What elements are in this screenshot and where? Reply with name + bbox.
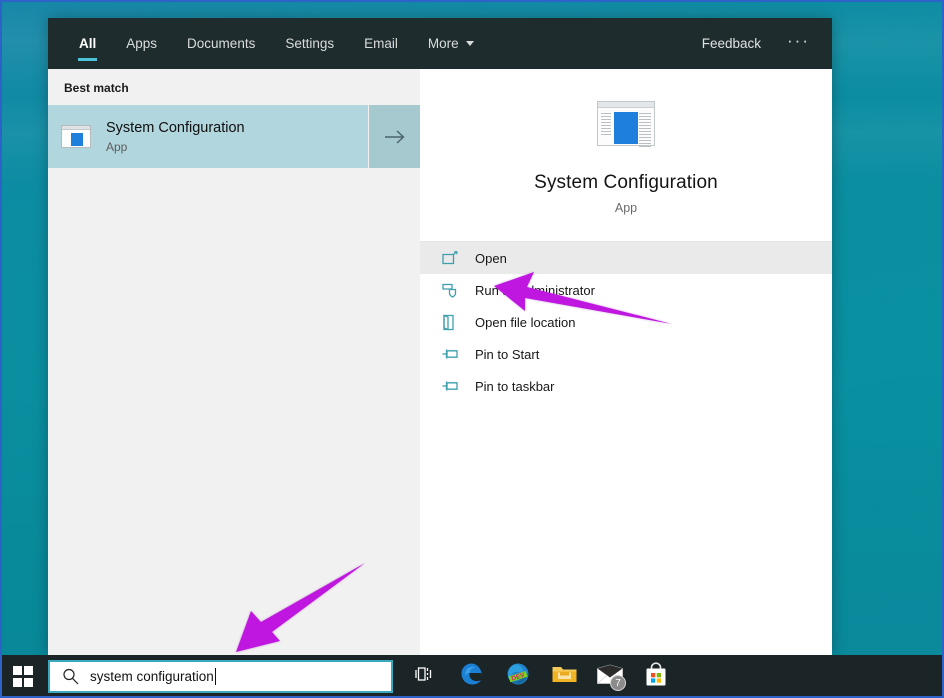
taskbar-icon-group: DEV 7	[403, 655, 679, 698]
preview-hero: System Configuration App	[420, 69, 832, 241]
action-open-label: Open	[475, 250, 507, 266]
pin-icon	[442, 376, 464, 396]
windows-search-panel: All Apps Documents Settings Email More F…	[48, 18, 832, 655]
tab-documents[interactable]: Documents	[172, 18, 270, 69]
microsoft-store-icon	[644, 661, 668, 692]
tab-documents-label: Documents	[187, 36, 256, 51]
action-pin-to-taskbar[interactable]: Pin to taskbar	[420, 370, 832, 402]
edge-browser-icon	[459, 661, 485, 692]
task-view-button[interactable]	[403, 655, 449, 698]
header-spacer	[489, 18, 688, 69]
more-options-icon[interactable]: ···	[775, 18, 822, 69]
best-match-title: System Configuration	[106, 120, 245, 137]
desktop-screen: All Apps Documents Settings Email More F…	[0, 0, 944, 698]
feedback-button[interactable]: Feedback	[688, 18, 775, 69]
app-action-list: Open Run as administrator Open file loca…	[420, 242, 832, 402]
feedback-label: Feedback	[701, 36, 762, 51]
action-pin-to-start-label: Pin to Start	[475, 346, 540, 362]
action-pin-to-start[interactable]: Pin to Start	[420, 338, 832, 370]
folder-location-icon	[442, 312, 464, 332]
tab-all-label: All	[79, 36, 97, 51]
tab-apps[interactable]: Apps	[111, 18, 172, 69]
search-query-text: system configuration	[90, 669, 214, 684]
mail-button[interactable]: 7	[587, 655, 633, 698]
tab-more[interactable]: More	[413, 18, 489, 69]
search-results-body: Best match System Configuration App Syst…	[48, 69, 832, 655]
action-pin-to-taskbar-label: Pin to taskbar	[475, 378, 555, 394]
pin-icon	[442, 344, 464, 364]
open-window-icon	[442, 248, 464, 268]
preview-app-subtitle: App	[614, 201, 638, 215]
search-results-list: Best match System Configuration App	[48, 69, 420, 655]
search-text-wrap: system configuration	[90, 668, 391, 685]
shield-admin-icon	[442, 280, 464, 300]
best-match-result-row[interactable]: System Configuration App	[48, 105, 420, 168]
microsoft-store-button[interactable]	[633, 655, 679, 698]
mail-unread-badge: 7	[610, 675, 626, 691]
tab-apps-label: Apps	[126, 36, 158, 51]
search-icon	[50, 662, 90, 691]
search-tab-bar: All Apps Documents Settings Email More F…	[48, 18, 832, 69]
app-preview-pane: System Configuration App Open Run as adm…	[420, 69, 832, 655]
taskbar-search-input[interactable]: system configuration	[48, 660, 393, 693]
tab-email-label: Email	[364, 36, 398, 51]
tab-all[interactable]: All	[64, 18, 111, 69]
best-match-expand-button[interactable]	[368, 105, 420, 168]
taskbar: system configuration DEV 7	[0, 655, 944, 698]
edge-dev-browser-icon: DEV	[505, 661, 531, 692]
results-empty-area	[48, 168, 420, 655]
best-match-main-area[interactable]: System Configuration App	[48, 105, 368, 168]
preview-app-title: System Configuration	[534, 172, 718, 193]
tab-email[interactable]: Email	[349, 18, 413, 69]
best-match-text: System Configuration App	[92, 119, 245, 153]
action-run-as-administrator[interactable]: Run as administrator	[420, 274, 832, 306]
action-run-as-administrator-label: Run as administrator	[475, 282, 595, 298]
best-match-heading: Best match	[64, 81, 129, 95]
action-open[interactable]: Open	[420, 242, 832, 274]
edge-dev-browser-button[interactable]: DEV	[495, 655, 541, 698]
file-explorer-icon	[551, 663, 578, 690]
edge-browser-button[interactable]	[449, 655, 495, 698]
start-button[interactable]	[0, 655, 46, 698]
ellipsis-glyph: ···	[787, 30, 810, 50]
arrow-right-icon	[384, 129, 406, 145]
tab-settings-label: Settings	[285, 36, 335, 51]
tab-more-label: More	[427, 36, 459, 51]
action-open-file-location-label: Open file location	[475, 314, 576, 330]
tab-settings[interactable]: Settings	[270, 18, 349, 69]
system-configuration-app-icon-large	[597, 101, 655, 147]
system-configuration-app-icon	[60, 121, 92, 153]
action-open-file-location[interactable]: Open file location	[420, 306, 832, 338]
chevron-down-icon	[465, 41, 474, 46]
file-explorer-button[interactable]	[541, 655, 587, 698]
text-cursor	[214, 668, 217, 685]
windows-logo-icon	[12, 666, 34, 687]
best-match-subtitle: App	[106, 139, 128, 154]
task-view-icon	[415, 665, 437, 688]
